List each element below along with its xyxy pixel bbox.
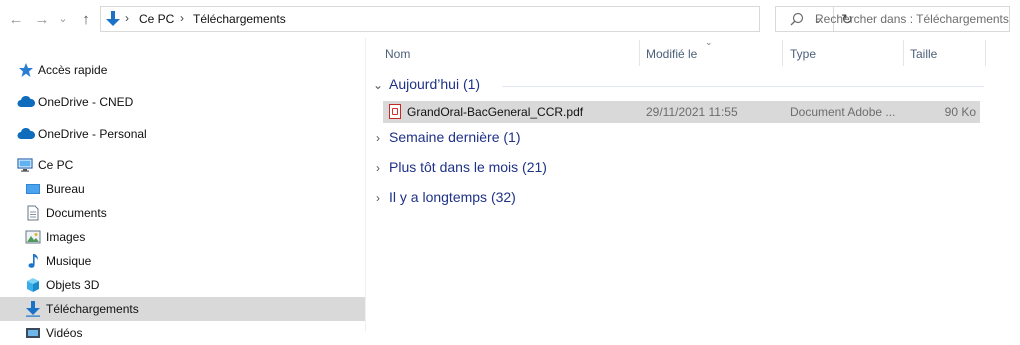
column-separator[interactable]: [782, 40, 783, 66]
star-icon: [19, 63, 33, 77]
column-separator[interactable]: [985, 40, 986, 66]
column-header-modified[interactable]: Modifié le: [646, 47, 697, 61]
group-label: Semaine dernière (1): [389, 129, 521, 145]
forward-button[interactable]: →: [32, 9, 52, 29]
nav-item-videos[interactable]: Vidéos: [0, 321, 365, 345]
nav-item-label: Objets 3D: [46, 278, 100, 292]
nav-item-telechargements[interactable]: Téléchargements: [0, 297, 365, 321]
search-input[interactable]: Rechercher dans : Téléchargements: [815, 12, 1009, 26]
chevron-down-icon: ⌄: [372, 78, 384, 92]
column-header-size[interactable]: Taille: [910, 47, 937, 61]
group-divider: [502, 86, 984, 87]
cloud-icon: [17, 127, 35, 139]
file-size: 90 Ko: [944, 105, 976, 119]
group-last-week[interactable]: › Semaine dernière (1): [372, 129, 572, 151]
nav-item-bureau[interactable]: Bureau: [0, 177, 365, 201]
column-separator[interactable]: [639, 40, 640, 66]
nav-item-label: Bureau: [46, 182, 85, 196]
cloud-icon: [17, 95, 35, 107]
nav-item-label: Ce PC: [38, 158, 74, 172]
download-icon: [26, 301, 40, 317]
navigation-pane: Accès rapide OneDrive - CNED OneDrive - …: [0, 44, 365, 340]
nav-item-label: Images: [46, 230, 86, 244]
chevron-right-icon: ›: [376, 161, 380, 175]
breadcrumb-telechargements[interactable]: Téléchargements: [193, 12, 286, 26]
back-arrow-icon: ←: [8, 10, 24, 28]
image-icon: [25, 230, 41, 244]
breadcrumb-chevron-icon: ›: [125, 11, 129, 25]
nav-item-label: Vidéos: [46, 326, 83, 340]
nav-item-onedrive-personal[interactable]: OneDrive - Personal: [0, 122, 365, 146]
chevron-right-icon: ›: [376, 131, 380, 145]
document-icon: [27, 205, 39, 221]
group-today[interactable]: ⌄ Aujourd’hui (1): [372, 76, 984, 98]
search-box[interactable]: Rechercher dans : Téléchargements: [775, 6, 1010, 32]
nav-item-label: Accès rapide: [38, 63, 108, 77]
nav-item-images[interactable]: Images: [0, 225, 365, 249]
cube-icon: [27, 278, 39, 292]
nav-item-label: Téléchargements: [46, 302, 139, 316]
desktop-icon: [26, 184, 40, 194]
nav-item-label: Musique: [46, 254, 92, 268]
group-label: Il y a longtemps (32): [389, 189, 516, 205]
back-button[interactable]: ←: [6, 9, 26, 29]
file-type: Document Adobe ...: [790, 105, 896, 119]
group-label: Aujourd’hui (1): [389, 76, 481, 92]
pdf-icon: [389, 104, 401, 119]
group-label: Plus tôt dans le mois (21): [389, 159, 547, 175]
forward-arrow-icon: →: [34, 10, 50, 28]
address-bar[interactable]: › Ce PC › Téléchargements ⌄ ↻: [100, 6, 853, 32]
nav-item-objets-3d[interactable]: Objets 3D: [0, 273, 365, 297]
search-icon: [790, 12, 804, 26]
nav-item-musique[interactable]: Musique: [0, 249, 365, 273]
up-arrow-icon: ↑: [82, 10, 90, 28]
file-name: GrandOral-BacGeneral_CCR.pdf: [407, 105, 584, 119]
sort-caret-icon: ⌄: [705, 37, 713, 47]
nav-item-documents[interactable]: Documents: [0, 201, 365, 225]
pane-divider: [365, 38, 366, 332]
download-icon: [106, 11, 120, 26]
column-separator[interactable]: [903, 40, 904, 66]
music-icon: [28, 254, 38, 268]
up-button[interactable]: ↑: [76, 9, 96, 29]
computer-icon: [17, 158, 33, 172]
nav-item-label: Documents: [46, 206, 107, 220]
video-icon: [26, 328, 40, 338]
nav-item-ce-pc[interactable]: Ce PC: [0, 153, 365, 177]
nav-item-label: OneDrive - CNED: [38, 95, 134, 109]
nav-item-onedrive-cned[interactable]: OneDrive - CNED: [0, 90, 365, 114]
recent-locations-button[interactable]: ⌄: [56, 8, 70, 28]
group-earlier-this-month[interactable]: › Plus tôt dans le mois (21): [372, 159, 592, 181]
chevron-right-icon: ›: [376, 191, 380, 205]
column-header-type[interactable]: Type: [790, 47, 816, 61]
nav-item-label: OneDrive - Personal: [38, 127, 147, 141]
group-long-ago[interactable]: › Il y a longtemps (32): [372, 189, 572, 211]
file-modified: 29/11/2021 11:55: [646, 105, 738, 119]
nav-item-quick-access[interactable]: Accès rapide: [0, 58, 365, 82]
chevron-down-icon: ⌄: [58, 12, 68, 25]
breadcrumb-chevron-icon: ›: [180, 11, 184, 25]
column-header-name[interactable]: Nom: [385, 47, 410, 61]
file-row[interactable]: GrandOral-BacGeneral_CCR.pdf 29/11/2021 …: [383, 101, 980, 123]
breadcrumb-ce-pc[interactable]: Ce PC: [139, 12, 174, 26]
